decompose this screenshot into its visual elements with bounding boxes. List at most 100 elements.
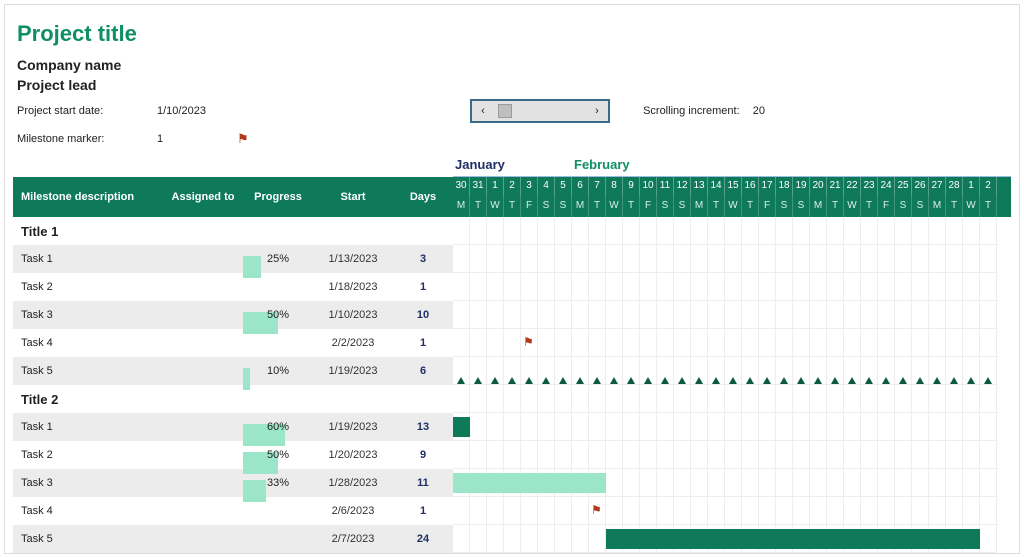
- date-cell: 23: [861, 177, 878, 195]
- task-row: Task 21/18/20231: [13, 273, 453, 301]
- task-table-header: Milestone description Assigned to Progre…: [13, 177, 453, 217]
- col-assigned: Assigned to: [163, 191, 243, 203]
- task-progress: 50%: [243, 309, 313, 321]
- timeline-row: [453, 273, 1011, 301]
- col-days: Days: [393, 191, 453, 203]
- timeline-scrollbar[interactable]: ‹ ›: [470, 99, 610, 123]
- date-cell: 17: [759, 177, 776, 195]
- flag-icon: ⚑: [591, 503, 602, 517]
- project-frame: Project title Company name Project lead …: [4, 4, 1020, 554]
- task-row: Task 160%1/19/202313: [13, 413, 453, 441]
- timeline: January February 30311234567891011121314…: [453, 157, 1011, 553]
- task-name: Task 5: [13, 365, 163, 377]
- dow-cell: M: [810, 195, 827, 217]
- task-start: 1/28/2023: [313, 477, 393, 489]
- date-cell: 24: [878, 177, 895, 195]
- dow-cell: S: [912, 195, 929, 217]
- dow-cell: T: [946, 195, 963, 217]
- scroll-left-button[interactable]: ‹: [472, 101, 494, 121]
- task-row: Task 3 33%1/28/202311: [13, 469, 453, 497]
- timeline-row: [453, 245, 1011, 273]
- dow-cell: T: [827, 195, 844, 217]
- date-cell: 8: [606, 177, 623, 195]
- task-start: 2/2/2023: [313, 337, 393, 349]
- flag-icon: ⚑: [523, 335, 534, 349]
- gantt-bar: [453, 417, 470, 437]
- scroll-right-button[interactable]: ›: [586, 101, 608, 121]
- scroll-thumb[interactable]: [498, 104, 512, 118]
- task-name: Task 2: [13, 449, 163, 461]
- date-cell: 16: [742, 177, 759, 195]
- dow-cell: T: [861, 195, 878, 217]
- task-days: 1: [393, 505, 453, 517]
- date-cell: 21: [827, 177, 844, 195]
- timeline-row: [453, 357, 1011, 385]
- timeline-row: [453, 385, 1011, 413]
- task-row: Task 350%1/10/202310: [13, 301, 453, 329]
- task-progress: 25%: [243, 253, 313, 265]
- dow-cell: M: [691, 195, 708, 217]
- date-cell: 27: [929, 177, 946, 195]
- date-cell: 18: [776, 177, 793, 195]
- date-cell: 13: [691, 177, 708, 195]
- task-name: Task 4: [13, 337, 163, 349]
- date-cell: 6: [572, 177, 589, 195]
- task-row: Task 250%1/20/20239: [13, 441, 453, 469]
- task-name: Task 3: [13, 477, 163, 489]
- task-start: 2/6/2023: [313, 505, 393, 517]
- increment-value: 20: [753, 105, 765, 117]
- task-days: 24: [393, 533, 453, 545]
- date-cell: 1: [963, 177, 980, 195]
- date-cell: 4: [538, 177, 555, 195]
- dow-cell: S: [793, 195, 810, 217]
- task-row: Task 510%1/19/20236: [13, 357, 453, 385]
- dow-cell: S: [776, 195, 793, 217]
- col-description: Milestone description: [13, 191, 163, 203]
- task-table: Milestone description Assigned to Progre…: [13, 157, 453, 553]
- dow-cell: M: [453, 195, 470, 217]
- project-title: Project title: [17, 21, 1011, 47]
- dow-cell: T: [742, 195, 759, 217]
- date-cell: 25: [895, 177, 912, 195]
- task-days: 11: [393, 477, 453, 489]
- task-start: 2/7/2023: [313, 533, 393, 545]
- task-progress: 10%: [243, 365, 313, 377]
- date-cell: 7: [589, 177, 606, 195]
- dow-cell: W: [606, 195, 623, 217]
- date-cell: 2: [504, 177, 521, 195]
- project-lead: Project lead: [17, 77, 1011, 93]
- task-days: 1: [393, 281, 453, 293]
- date-cell: 22: [844, 177, 861, 195]
- col-progress: Progress: [243, 191, 313, 203]
- timeline-row: ⚑: [453, 497, 1011, 525]
- dow-cell: S: [674, 195, 691, 217]
- timeline-row: [453, 469, 1011, 497]
- dow-cell: S: [555, 195, 572, 217]
- task-start: 1/20/2023: [313, 449, 393, 461]
- company-name: Company name: [17, 57, 1011, 73]
- date-cell: 3: [521, 177, 538, 195]
- start-date-value: 1/10/2023: [157, 105, 237, 117]
- task-row: Task 4 2/6/20231: [13, 497, 453, 525]
- col-start: Start: [313, 191, 393, 203]
- dow-cell: T: [980, 195, 997, 217]
- gantt-bar: [453, 473, 606, 493]
- dow-cell: T: [623, 195, 640, 217]
- month-february: February: [572, 157, 1011, 176]
- task-name: Task 3: [13, 309, 163, 321]
- gantt-bar: [606, 529, 980, 549]
- date-cell: 11: [657, 177, 674, 195]
- dow-cell: F: [640, 195, 657, 217]
- task-progress: 33%: [243, 477, 313, 489]
- date-cell: 20: [810, 177, 827, 195]
- date-cell: 14: [708, 177, 725, 195]
- dow-cell: F: [521, 195, 538, 217]
- task-start: 1/18/2023: [313, 281, 393, 293]
- dow-cell: T: [589, 195, 606, 217]
- task-days: 3: [393, 253, 453, 265]
- dow-cell: M: [572, 195, 589, 217]
- task-progress: 50%: [243, 449, 313, 461]
- task-name: Task 4: [13, 505, 163, 517]
- dow-cell: S: [657, 195, 674, 217]
- scroll-track[interactable]: [494, 104, 586, 118]
